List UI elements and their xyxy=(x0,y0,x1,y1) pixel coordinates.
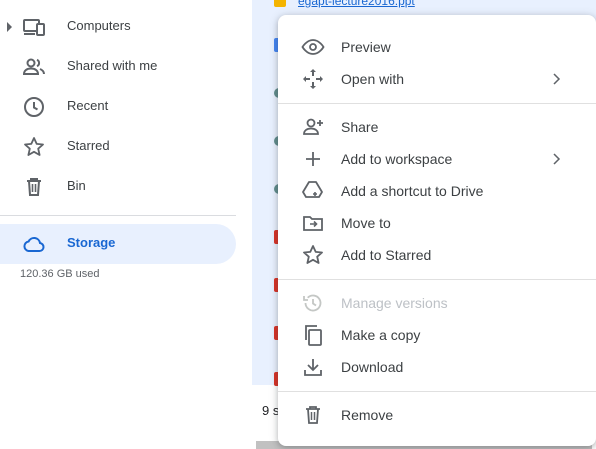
menu-item-label: Add to Starred xyxy=(341,247,432,263)
plus-icon xyxy=(306,152,320,166)
sidebar-item-starred[interactable]: Starred xyxy=(0,127,236,167)
menu-item-label: Add to workspace xyxy=(341,151,453,167)
menu-item-add-to-starred[interactable]: Add to Starred xyxy=(278,239,596,271)
sidebar-item-label: Starred xyxy=(67,138,110,153)
sidebar-item-recent[interactable]: Recent xyxy=(0,87,236,127)
storage-used-text: 120.36 GB used xyxy=(20,268,100,280)
menu-item-label: Add a shortcut to Drive xyxy=(341,183,484,199)
menu-item-make-a-copy[interactable]: Make a copy xyxy=(278,319,596,351)
context-menu: Preview Open with Share Add to workspace… xyxy=(278,15,596,446)
menu-item-label: Move to xyxy=(341,215,391,231)
slides-file-icon xyxy=(274,0,286,7)
menu-separator xyxy=(278,279,596,280)
sidebar: Computers Shared with me Recent Starred xyxy=(0,0,252,449)
menu-item-manage-versions: Manage versions xyxy=(278,287,596,319)
menu-item-label: Manage versions xyxy=(341,295,448,311)
expand-caret-icon[interactable] xyxy=(7,22,12,32)
open-with-icon xyxy=(303,69,323,89)
menu-item-add-to-workspace[interactable]: Add to workspace xyxy=(278,143,596,175)
download-icon xyxy=(304,359,322,376)
sidebar-item-storage[interactable]: Storage xyxy=(0,224,236,264)
selection-count-text: 9 s xyxy=(262,403,280,418)
menu-item-remove[interactable]: Remove xyxy=(278,399,596,431)
menu-item-download[interactable]: Download xyxy=(278,351,596,383)
menu-item-label: Share xyxy=(341,119,379,135)
star-icon xyxy=(24,137,44,156)
sidebar-divider xyxy=(0,215,236,216)
star-outline-icon xyxy=(303,245,323,264)
menu-item-label: Open with xyxy=(341,71,405,87)
sidebar-item-label: Shared with me xyxy=(67,58,158,73)
menu-item-move-to[interactable]: Move to xyxy=(278,207,596,239)
menu-item-preview[interactable]: Preview xyxy=(278,31,596,63)
sidebar-item-bin[interactable]: Bin xyxy=(0,167,236,207)
menu-item-label: Make a copy xyxy=(341,327,421,343)
menu-item-add-shortcut[interactable]: Add a shortcut to Drive xyxy=(278,175,596,207)
sidebar-item-computers[interactable]: Computers xyxy=(0,7,236,47)
recent-clock-icon xyxy=(24,97,44,117)
menu-item-label: Remove xyxy=(341,407,394,423)
move-to-folder-icon xyxy=(303,216,323,231)
menu-separator xyxy=(278,103,596,104)
cloud-icon xyxy=(23,237,45,253)
sidebar-item-label: Storage xyxy=(67,235,116,250)
copy-icon xyxy=(305,325,322,346)
menu-item-open-with[interactable]: Open with xyxy=(278,63,596,95)
sidebar-item-shared-with-me[interactable]: Shared with me xyxy=(0,47,236,87)
drive-page: Computers Shared with me Recent Starred xyxy=(0,0,596,449)
sidebar-item-label: Recent xyxy=(67,98,109,113)
sidebar-item-label: Computers xyxy=(67,18,131,33)
file-row[interactable]: egapt-lecture2016.ppt xyxy=(274,0,415,8)
chevron-right-icon xyxy=(553,153,561,165)
bin-icon xyxy=(27,178,41,196)
shared-with-me-icon xyxy=(22,58,45,75)
sidebar-item-label: Bin xyxy=(67,178,86,193)
history-icon xyxy=(303,294,322,312)
menu-item-share[interactable]: Share xyxy=(278,111,596,143)
add-person-icon xyxy=(303,118,323,135)
menu-item-label: Download xyxy=(341,359,404,375)
chevron-right-icon xyxy=(553,73,561,85)
trash-icon xyxy=(306,406,320,424)
drive-shortcut-icon xyxy=(302,181,323,198)
eye-icon xyxy=(301,39,325,55)
menu-item-label: Preview xyxy=(341,39,391,55)
file-name: egapt-lecture2016.ppt xyxy=(298,0,415,8)
menu-separator xyxy=(278,391,596,392)
computers-icon xyxy=(23,19,45,36)
